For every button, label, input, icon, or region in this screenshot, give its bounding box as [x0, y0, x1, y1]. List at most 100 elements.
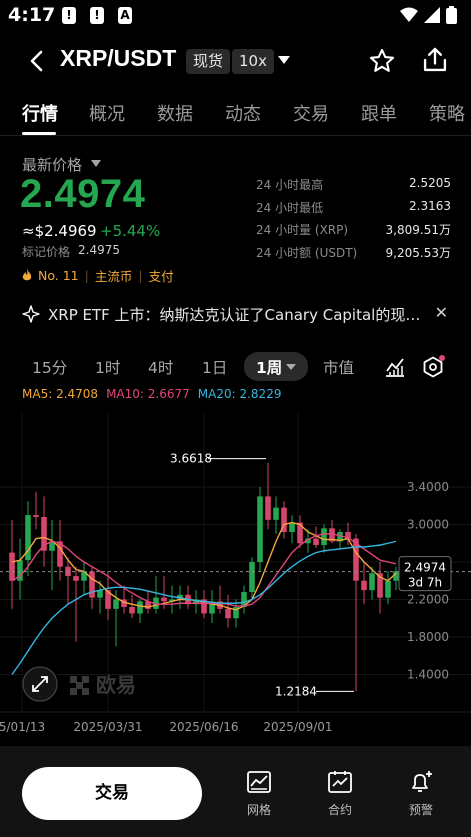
- tab-overview[interactable]: 概况: [89, 100, 125, 126]
- futures-button[interactable]: 合约: [310, 770, 370, 818]
- candle-body: [273, 507, 279, 520]
- y-tick-label: 2.2000: [407, 593, 449, 607]
- stat-row-turnover: 24 小时额 (USDT) 9,205.53万: [256, 244, 451, 267]
- tag-separator: |: [138, 268, 143, 283]
- watermark-text: 欧易: [96, 673, 136, 697]
- stat-value: 2.5205: [409, 176, 451, 190]
- interval-1d[interactable]: 1日: [202, 356, 227, 378]
- signal-icon: [424, 7, 440, 23]
- candlestick-chart[interactable]: 3.40003.00002.60002.20001.80001.40005/01…: [0, 382, 471, 742]
- leverage-tag: 10x: [232, 49, 274, 74]
- grid-label: 网格: [246, 803, 271, 817]
- favorite-star-icon[interactable]: [368, 47, 396, 75]
- interval-15m[interactable]: 15分: [32, 356, 67, 378]
- candle-body: [113, 599, 119, 609]
- sparkle-icon: [22, 305, 40, 323]
- coin-tags-row: No. 11 | 主流币 | 支付: [22, 266, 174, 285]
- candle-body: [129, 607, 135, 614]
- interval-1w[interactable]: 1周: [244, 352, 308, 381]
- candle-body: [249, 562, 255, 592]
- mark-price-label: 标记价格: [22, 245, 71, 259]
- interval-market-cap[interactable]: 市值: [323, 356, 354, 378]
- candle-body: [265, 496, 271, 520]
- tab-market[interactable]: 行情: [22, 100, 58, 126]
- current-price-value: 2.4974: [404, 561, 446, 575]
- alert-button[interactable]: 预警: [391, 770, 451, 818]
- chart-settings-icon[interactable]: [421, 355, 445, 379]
- x-tick-label: 2025/06/16: [169, 720, 238, 734]
- trade-button[interactable]: 交易: [22, 767, 202, 820]
- candle-body: [89, 571, 95, 598]
- candle-body: [313, 538, 319, 546]
- header: XRP/USDT 现货 10x: [0, 40, 471, 84]
- interval-4h[interactable]: 4时: [148, 356, 173, 378]
- stat-value: 2.3163: [409, 198, 451, 213]
- tab-trades[interactable]: 交易: [293, 100, 329, 126]
- interval-selector: 15分 1时 4时 1日 1周 市值: [0, 352, 471, 382]
- battery-icon: [446, 6, 457, 24]
- tab-data[interactable]: 数据: [157, 100, 193, 126]
- last-price: 2.4974: [20, 172, 146, 216]
- news-banner[interactable]: XRP ETF 上市：纳斯达克认证了Canary Capital的现货XRP E…: [22, 303, 452, 325]
- pair-title[interactable]: XRP/USDT: [60, 45, 176, 72]
- y-tick-label: 1.4000: [407, 668, 449, 682]
- candle-body: [33, 515, 39, 517]
- share-icon[interactable]: [421, 46, 449, 74]
- tag-mainstream[interactable]: 主流币: [95, 266, 133, 285]
- interval-1h[interactable]: 1时: [95, 356, 120, 378]
- y-tick-label: 3.0000: [407, 518, 449, 532]
- candle-body: [257, 496, 263, 562]
- pair-dropdown-icon[interactable]: [278, 56, 290, 64]
- alert-notification-icon: !: [62, 7, 76, 24]
- y-tick-label: 3.4000: [407, 480, 449, 494]
- candle-body: [73, 576, 79, 581]
- candle-body: [393, 571, 399, 581]
- stat-value: 3,809.51万: [385, 223, 451, 237]
- wifi-icon: [400, 7, 418, 22]
- app-notification-icon: A: [118, 7, 132, 24]
- candle-body: [361, 580, 367, 591]
- news-text[interactable]: XRP ETF 上市：纳斯达克认证了Canary Capital的现货XRP E…: [48, 304, 424, 325]
- candle-body: [289, 522, 295, 532]
- stat-row-high: 24 小时最高 2.5205: [256, 176, 451, 199]
- alert-label: 预警: [408, 803, 433, 817]
- indicator-chart-icon[interactable]: [384, 356, 406, 378]
- stat-label: 24 小时最高: [256, 178, 324, 192]
- x-tick-label: 2025/09/01: [263, 720, 332, 734]
- tag-payment[interactable]: 支付: [149, 266, 174, 285]
- back-arrow-icon[interactable]: [24, 48, 50, 74]
- tab-copy-trading[interactable]: 跟单: [361, 100, 397, 126]
- price-label-dropdown-icon[interactable]: [91, 160, 101, 167]
- stat-row-low: 24 小时最低 2.3163: [256, 199, 451, 222]
- candle-body: [385, 580, 391, 598]
- tab-news[interactable]: 动态: [225, 100, 261, 126]
- tag-separator: |: [84, 268, 89, 283]
- futures-label: 合约: [327, 803, 352, 817]
- usd-price: ≈$2.4969: [22, 222, 97, 240]
- futures-icon: [328, 771, 352, 793]
- stat-label: 24 小时最低: [256, 200, 324, 215]
- candle-body: [321, 528, 327, 546]
- candle-body: [161, 597, 167, 602]
- candle-body: [137, 601, 143, 614]
- 24h-stats: 24 小时最高 2.5205 24 小时最低 2.3163 24 小时量 (XRP)…: [256, 176, 451, 266]
- market-type-tag: 现货: [186, 49, 231, 74]
- close-icon[interactable]: ✕: [435, 303, 448, 322]
- grid-button[interactable]: 网格: [229, 770, 289, 818]
- x-tick-label: 2025/03/31: [73, 720, 142, 734]
- active-tab-indicator: [22, 132, 56, 135]
- tab-strategy[interactable]: 策略: [429, 100, 465, 126]
- stat-label: 24 小时额 (USDT): [256, 245, 358, 260]
- stat-value: 9,205.53万: [385, 245, 451, 260]
- chevron-down-icon: [286, 364, 296, 370]
- interval-1w-label: 1周: [256, 359, 283, 377]
- mark-price-value: 2.4975: [78, 243, 120, 257]
- rank-badge[interactable]: No. 11: [38, 268, 79, 283]
- grid-bot-icon: [247, 771, 271, 793]
- status-bar: 4:17 ! ! A: [0, 0, 471, 32]
- candle-body: [225, 608, 231, 619]
- y-tick-label: 1.8000: [407, 630, 449, 644]
- main-tabs: 行情 概况 数据 动态 交易 跟单 策略: [0, 96, 471, 136]
- min-price-label: 1.2184: [275, 684, 317, 698]
- price-change-percent: +5.44%: [100, 222, 161, 240]
